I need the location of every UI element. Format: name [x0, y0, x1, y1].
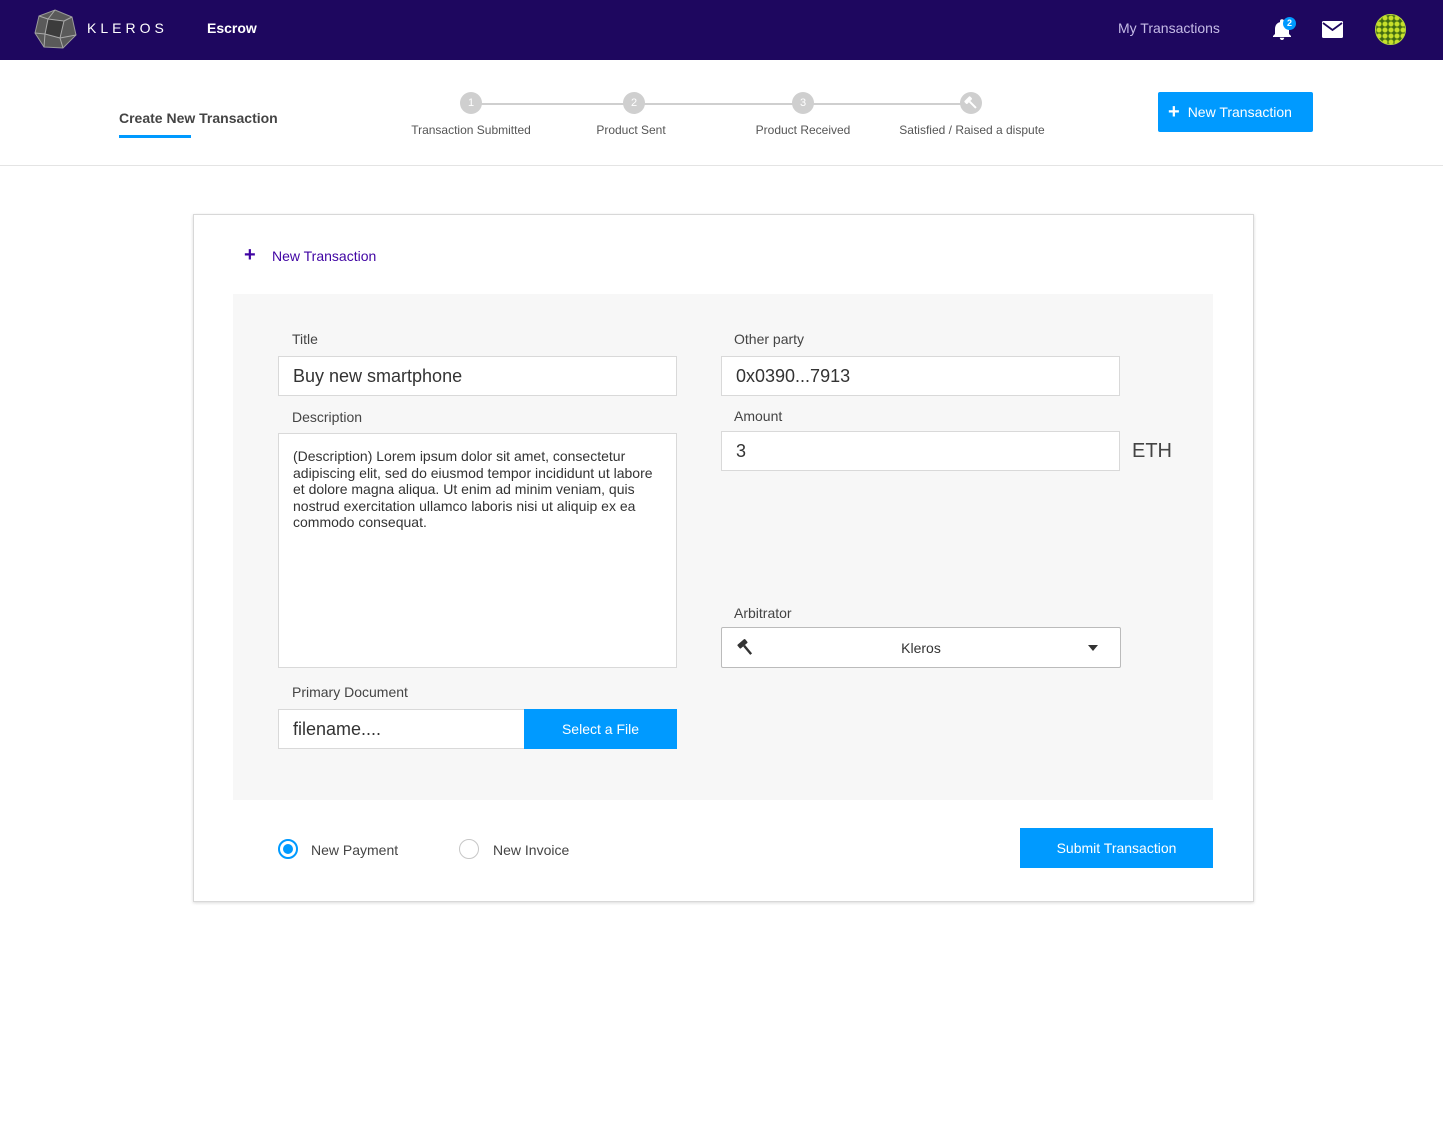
step-1-marker: 1: [460, 92, 482, 114]
plus-icon: +: [1168, 101, 1180, 123]
gavel-icon: [964, 96, 977, 109]
arbitrator-select[interactable]: Kleros: [721, 627, 1121, 668]
kleros-logo-icon[interactable]: [34, 9, 77, 49]
new-payment-label[interactable]: New Payment: [311, 842, 398, 858]
new-invoice-label[interactable]: New Invoice: [493, 842, 569, 858]
active-tab-underline: [119, 135, 191, 138]
top-navbar: KLEROS Escrow My Transactions 2: [0, 0, 1443, 60]
step-2-marker: 2: [623, 92, 645, 114]
mail-icon[interactable]: [1322, 21, 1343, 38]
notification-count-badge: 2: [1283, 17, 1296, 30]
chevron-down-icon: [1088, 645, 1098, 651]
primary-document-label: Primary Document: [292, 684, 408, 700]
avatar[interactable]: [1375, 14, 1406, 45]
new-invoice-radio[interactable]: [459, 839, 479, 859]
nav-my-transactions-link[interactable]: My Transactions: [1118, 20, 1220, 36]
tab-create-new-transaction[interactable]: Create New Transaction: [119, 110, 278, 126]
brand-name: KLEROS: [87, 20, 168, 36]
select-file-button[interactable]: Select a File: [524, 709, 677, 749]
description-textarea[interactable]: (Description) Lorem ipsum dolor sit amet…: [278, 433, 677, 668]
arbitrator-label: Arbitrator: [734, 605, 792, 621]
submit-transaction-button[interactable]: Submit Transaction: [1020, 828, 1213, 868]
title-input[interactable]: Buy new smartphone: [278, 356, 677, 396]
new-transaction-button-label: New Transaction: [1187, 104, 1292, 120]
step-2-label: Product Sent: [596, 123, 666, 137]
new-transaction-button[interactable]: + New Transaction: [1158, 92, 1313, 132]
step-4-label: Satisfied / Raised a dispute: [899, 123, 1045, 137]
step-3-label: Product Received: [755, 123, 851, 137]
plus-icon: +: [244, 244, 256, 266]
progress-stepper-line: [471, 103, 971, 105]
nav-escrow-link[interactable]: Escrow: [207, 20, 257, 36]
other-party-input[interactable]: 0x0390...7913: [721, 356, 1120, 396]
description-label: Description: [292, 409, 363, 425]
card-title: New Transaction: [272, 248, 377, 264]
amount-input[interactable]: 3: [721, 431, 1120, 471]
step-1-label: Transaction Submitted: [411, 123, 531, 137]
amount-unit: ETH: [1132, 440, 1172, 462]
step-4-marker: [960, 92, 982, 114]
new-payment-radio[interactable]: [278, 839, 298, 859]
primary-document-input[interactable]: filename....: [278, 709, 525, 749]
amount-label: Amount: [734, 408, 783, 424]
step-3-marker: 3: [792, 92, 814, 114]
other-party-label: Other party: [734, 331, 805, 347]
arbitrator-selected-value: Kleros: [901, 640, 941, 656]
title-label: Title: [292, 331, 318, 347]
